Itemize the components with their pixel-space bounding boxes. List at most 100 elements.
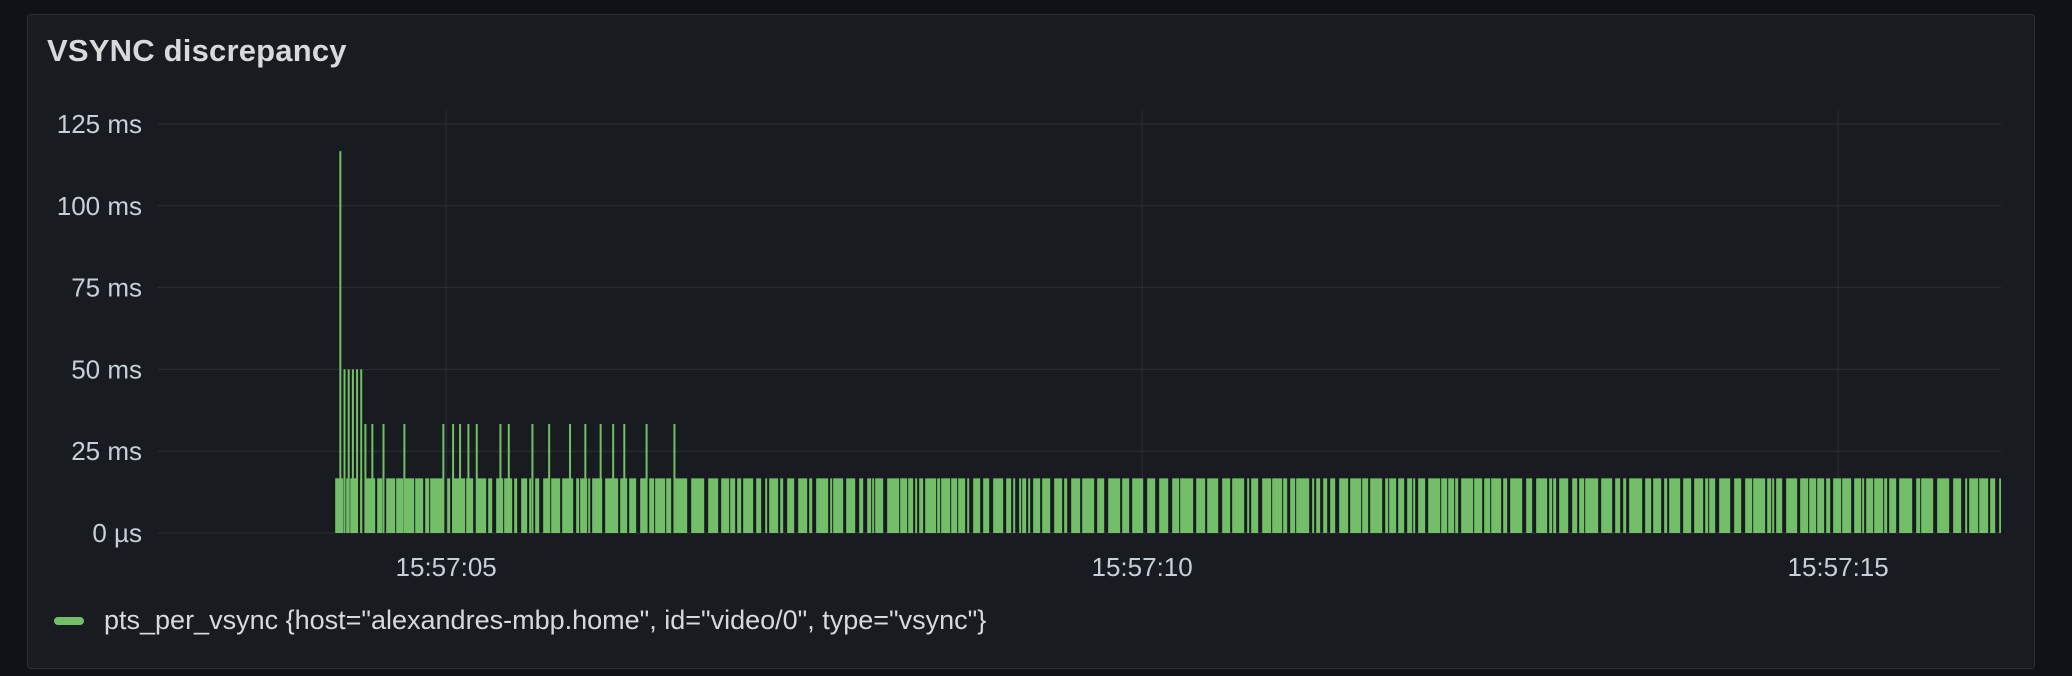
baseline-bar bbox=[425, 478, 430, 533]
baseline-bar bbox=[1172, 478, 1180, 533]
baseline-bar bbox=[1767, 478, 1772, 533]
baseline-bar bbox=[1474, 478, 1483, 533]
baseline-bar bbox=[1108, 478, 1121, 533]
baseline-bar bbox=[562, 478, 574, 533]
baseline-bar bbox=[743, 478, 754, 533]
baseline-bar bbox=[1842, 478, 1852, 533]
baseline-bar bbox=[1772, 478, 1775, 533]
baseline-bar bbox=[816, 478, 829, 533]
baseline-bar bbox=[1028, 478, 1031, 533]
legend-series-label[interactable]: pts_per_vsync {host="alexandres-mbp.home… bbox=[104, 605, 986, 636]
baseline-bar bbox=[1854, 478, 1862, 533]
baseline-bar bbox=[846, 478, 856, 533]
baseline-bar bbox=[1207, 478, 1219, 533]
baseline-bar bbox=[708, 478, 719, 533]
baseline-bar bbox=[1262, 478, 1272, 533]
baseline-bar bbox=[730, 478, 736, 533]
baseline-bar bbox=[1999, 478, 2001, 533]
baseline-bar bbox=[967, 478, 970, 533]
baseline-bar bbox=[1753, 478, 1766, 533]
baseline-bar bbox=[887, 478, 900, 533]
baseline-bar bbox=[386, 478, 396, 533]
baseline-bar bbox=[1122, 478, 1130, 533]
baseline-bar bbox=[1921, 478, 1934, 533]
baseline-bar bbox=[1553, 478, 1557, 533]
baseline-bar bbox=[1669, 478, 1681, 533]
baseline-bar bbox=[1629, 478, 1643, 533]
baseline-bar bbox=[1232, 478, 1245, 533]
y-tick-label: 0 µs bbox=[92, 518, 142, 548]
baseline-bar bbox=[1054, 478, 1063, 533]
baseline-bar bbox=[1418, 478, 1426, 533]
x-tick-label: 15:57:15 bbox=[1788, 552, 1889, 582]
baseline-bar bbox=[1247, 478, 1250, 533]
baseline-bar bbox=[1705, 478, 1709, 533]
baseline-bar bbox=[1866, 478, 1874, 533]
baseline-bar bbox=[1536, 478, 1548, 533]
baseline-bar bbox=[1350, 478, 1362, 533]
baseline-bar bbox=[1064, 478, 1068, 533]
baseline-bar bbox=[1461, 478, 1474, 533]
baseline-bar bbox=[1601, 478, 1613, 533]
baseline-bar bbox=[535, 478, 540, 533]
baseline-bar bbox=[1385, 478, 1389, 533]
baseline-bar bbox=[859, 478, 864, 533]
y-tick-label: 75 ms bbox=[71, 273, 142, 303]
baseline-bar bbox=[798, 478, 808, 533]
baseline-bar bbox=[915, 478, 918, 533]
baseline-bar bbox=[1484, 478, 1491, 533]
baseline-bar bbox=[867, 478, 872, 533]
baseline-bar bbox=[1407, 478, 1413, 533]
baseline-bar bbox=[780, 478, 784, 533]
baseline-bar bbox=[1884, 478, 1888, 533]
baseline-bar bbox=[655, 478, 666, 533]
baseline-bar bbox=[900, 478, 908, 533]
baseline-bar bbox=[1455, 478, 1459, 533]
baseline-bar bbox=[666, 478, 672, 533]
baseline-bar bbox=[1312, 478, 1315, 533]
baseline-bar bbox=[649, 478, 655, 533]
baseline-bar bbox=[1899, 478, 1913, 533]
baseline-bar bbox=[1042, 478, 1051, 533]
baseline-bar bbox=[1965, 478, 1968, 533]
x-tick-label: 15:57:05 bbox=[396, 552, 497, 582]
baseline-bar bbox=[1316, 478, 1321, 533]
baseline-bar bbox=[1745, 478, 1753, 533]
baseline-bar bbox=[919, 478, 924, 533]
baseline-bar bbox=[937, 478, 941, 533]
baseline-bar bbox=[1370, 478, 1383, 533]
baseline-bar bbox=[1022, 478, 1027, 533]
baseline-bar bbox=[1916, 478, 1921, 533]
baseline-bar bbox=[1019, 478, 1022, 533]
legend-swatch[interactable] bbox=[54, 616, 84, 625]
baseline-bar bbox=[1889, 478, 1897, 533]
baseline-bar bbox=[1683, 478, 1692, 533]
baseline-bar bbox=[1874, 478, 1884, 533]
baseline-bar bbox=[1969, 478, 1979, 533]
baseline-bar bbox=[925, 478, 937, 533]
baseline-bar bbox=[1272, 478, 1283, 533]
baseline-bar bbox=[396, 478, 404, 533]
baseline-bar bbox=[1826, 478, 1831, 533]
baseline-bar bbox=[872, 478, 875, 533]
baseline-bar bbox=[983, 478, 990, 533]
baseline-bar bbox=[529, 478, 532, 533]
baseline-bar bbox=[488, 478, 493, 533]
time-series-chart[interactable]: 0 µs 25 ms 50 ms 75 ms 100 ms 125 ms 15:57:05 1… bbox=[28, 15, 2036, 595]
baseline-bar bbox=[1526, 478, 1533, 533]
baseline-bar bbox=[1097, 478, 1105, 533]
baseline-bar bbox=[1800, 478, 1809, 533]
baseline-bar bbox=[447, 478, 451, 533]
legend: pts_per_vsync {host="alexandres-mbp.home… bbox=[54, 605, 986, 636]
baseline-bar bbox=[993, 478, 1004, 533]
baseline-bar bbox=[366, 478, 376, 533]
baseline-bar bbox=[908, 478, 914, 533]
baseline-bar bbox=[1159, 478, 1169, 533]
baseline-bar bbox=[951, 478, 958, 533]
baseline-bar bbox=[1510, 478, 1523, 533]
baseline-bar bbox=[1709, 478, 1716, 533]
baseline-bar bbox=[1503, 478, 1508, 533]
baseline-bar bbox=[1398, 478, 1405, 533]
baseline-bar bbox=[1734, 478, 1742, 533]
baseline-bar bbox=[1389, 478, 1397, 533]
